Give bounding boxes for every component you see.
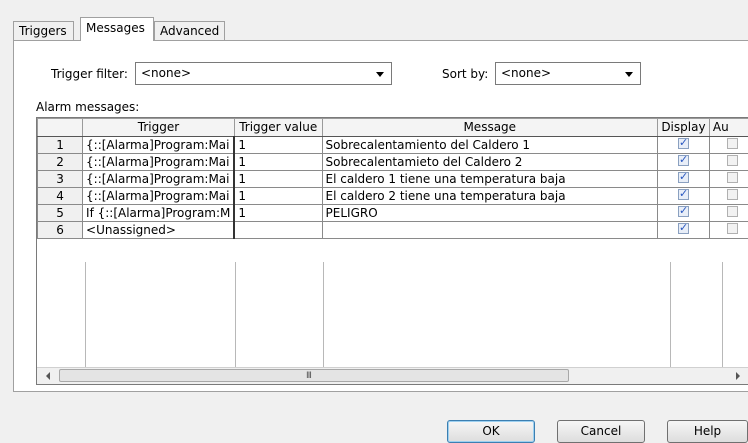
trigger-cell[interactable]: {::[Alarma]Program:Mai: [82, 153, 236, 171]
column-divider: [722, 262, 723, 370]
trigger-filter-value: <none>: [141, 66, 192, 80]
row-number: 2: [37, 153, 84, 171]
row-number: 5: [37, 204, 84, 222]
table-row[interactable]: 4 {::[Alarma]Program:Mai 1 El caldero 2 …: [37, 187, 748, 205]
checkmark-icon: ✓: [678, 187, 689, 201]
scroll-right-icon[interactable]: [736, 372, 740, 380]
row-number: 1: [37, 136, 84, 154]
row-number: 6: [37, 221, 84, 239]
column-header-message[interactable]: Message: [321, 118, 658, 137]
trigger-filter-dropdown[interactable]: <none>: [135, 62, 392, 85]
column-header-trigger-value[interactable]: Trigger value: [233, 118, 323, 137]
tab-advanced[interactable]: Advanced: [154, 21, 225, 40]
checkmark-icon: ✓: [678, 170, 689, 184]
column-header-acknowledge[interactable]: Au: [708, 118, 748, 137]
trigger-cell[interactable]: <Unassigned>: [82, 221, 236, 239]
column-header-row-number[interactable]: [37, 118, 84, 137]
column-header-display[interactable]: Display: [656, 118, 710, 137]
message-cell[interactable]: [321, 221, 658, 239]
acknowledge-checkbox[interactable]: [726, 189, 738, 200]
acknowledge-cell: [708, 221, 748, 239]
trigger-cell[interactable]: {::[Alarma]Program:Mai: [82, 170, 236, 188]
trigger-filter-label: Trigger filter:: [51, 67, 128, 81]
acknowledge-checkbox[interactable]: [726, 223, 738, 234]
sort-by-dropdown[interactable]: <none>: [495, 62, 641, 85]
display-checkbox[interactable]: ✓: [677, 170, 689, 184]
checkmark-icon: ✓: [678, 221, 689, 235]
display-cell: ✓: [656, 153, 710, 171]
acknowledge-checkbox[interactable]: [726, 138, 738, 149]
trigger-value-cell[interactable]: 1: [233, 204, 323, 222]
column-divider: [670, 262, 671, 370]
checkmark-icon: ✓: [678, 153, 689, 167]
row-number: 4: [37, 187, 84, 205]
help-button[interactable]: Help: [667, 420, 748, 443]
checkmark-icon: ✓: [678, 136, 689, 150]
sort-by-value: <none>: [501, 66, 552, 80]
display-checkbox[interactable]: ✓: [677, 221, 689, 235]
message-cell[interactable]: El caldero 2 tiene una temperatura baja: [321, 187, 658, 205]
trigger-value-cell[interactable]: 1: [233, 153, 323, 171]
display-checkbox[interactable]: ✓: [677, 153, 689, 167]
acknowledge-cell: [708, 136, 748, 154]
trigger-value-cell[interactable]: 1: [233, 170, 323, 188]
message-cell[interactable]: El caldero 1 tiene una temperatura baja: [321, 170, 658, 188]
row-number: 3: [37, 170, 84, 188]
display-cell: ✓: [656, 204, 710, 222]
trigger-cell[interactable]: {::[Alarma]Program:Mai: [82, 187, 236, 205]
table-row[interactable]: 2 {::[Alarma]Program:Mai 1 Sobrecalentam…: [37, 153, 748, 171]
display-cell: ✓: [656, 170, 710, 188]
acknowledge-checkbox[interactable]: [726, 155, 738, 166]
messages-panel: Trigger filter: <none> Sort by: <none> A…: [13, 40, 748, 392]
grip-icon: III: [306, 371, 312, 381]
tab-messages[interactable]: Messages: [80, 17, 154, 41]
acknowledge-cell: [708, 187, 748, 205]
checkmark-icon: ✓: [678, 204, 689, 218]
trigger-value-cell[interactable]: 1: [233, 136, 323, 154]
scroll-left-icon[interactable]: [46, 372, 50, 380]
display-checkbox[interactable]: ✓: [677, 204, 689, 218]
acknowledge-cell: [708, 153, 748, 171]
message-cell[interactable]: Sobrecalentamiento del Caldero 1: [321, 136, 658, 154]
trigger-cell[interactable]: {::[Alarma]Program:Mai: [82, 136, 236, 154]
display-cell: ✓: [656, 136, 710, 154]
trigger-cell[interactable]: If {::[Alarma]Program:M: [82, 204, 236, 222]
sort-by-label: Sort by:: [442, 67, 489, 81]
tab-triggers[interactable]: Triggers: [13, 21, 74, 40]
message-cell[interactable]: Sobrecalentamieto del Caldero 2: [321, 153, 658, 171]
alarm-messages-grid[interactable]: Trigger Trigger value Message Display Au…: [36, 117, 748, 385]
acknowledge-cell: [708, 170, 748, 188]
alarm-messages-label: Alarm messages:: [36, 100, 140, 114]
scrollbar-thumb[interactable]: III: [59, 369, 569, 382]
display-cell: ✓: [656, 221, 710, 239]
table-row[interactable]: 5 If {::[Alarma]Program:M 1 PELIGRO ✓: [37, 204, 748, 222]
message-cell[interactable]: PELIGRO: [321, 204, 658, 222]
column-header-trigger[interactable]: Trigger: [82, 118, 235, 137]
column-divider: [235, 262, 236, 370]
chevron-down-icon: [376, 72, 384, 77]
acknowledge-checkbox[interactable]: [726, 206, 738, 217]
display-cell: ✓: [656, 187, 710, 205]
acknowledge-cell: [708, 204, 748, 222]
table-row[interactable]: 1 {::[Alarma]Program:Mai 1 Sobrecalentam…: [37, 136, 748, 154]
column-divider: [85, 262, 86, 370]
display-checkbox[interactable]: ✓: [677, 187, 689, 201]
chevron-down-icon: [625, 72, 633, 77]
table-row[interactable]: 6 <Unassigned> ✓: [37, 221, 748, 239]
ok-button[interactable]: OK: [447, 420, 535, 443]
trigger-value-cell[interactable]: [233, 221, 323, 239]
acknowledge-checkbox[interactable]: [726, 172, 738, 183]
trigger-value-cell[interactable]: 1: [233, 187, 323, 205]
display-checkbox[interactable]: ✓: [677, 136, 689, 150]
table-row[interactable]: 3 {::[Alarma]Program:Mai 1 El caldero 1 …: [37, 170, 748, 188]
cancel-button[interactable]: Cancel: [557, 420, 645, 443]
column-divider: [323, 262, 324, 370]
horizontal-scrollbar[interactable]: III: [37, 367, 748, 384]
